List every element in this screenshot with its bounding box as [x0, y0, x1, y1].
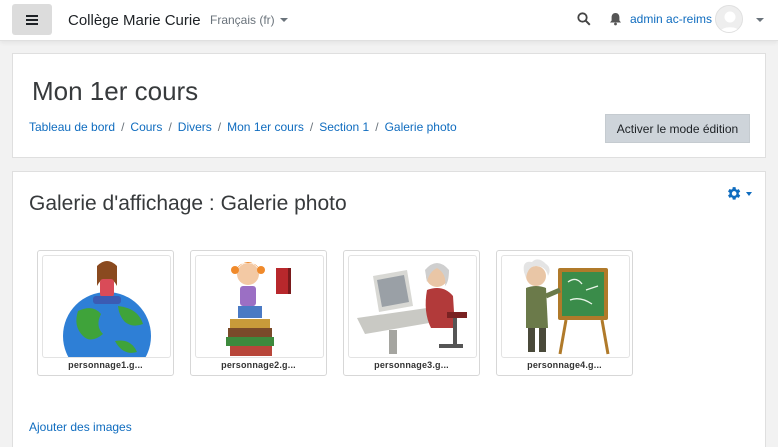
gallery-item[interactable]: personnage2.g...: [190, 250, 327, 376]
gallery-item[interactable]: personnage1.g...: [37, 250, 174, 376]
hamburger-icon: [26, 14, 38, 25]
chevron-down-icon: [746, 191, 752, 196]
breadcrumb: Tableau de bord / Cours / Divers / Mon 1er …: [29, 120, 457, 134]
einstein-blackboard-character-image[interactable]: [501, 255, 630, 358]
search-icon[interactable]: [577, 12, 591, 26]
gallery-item-caption[interactable]: personnage3.g...: [344, 360, 479, 370]
gallery-item[interactable]: personnage3.g...: [343, 250, 480, 376]
bell-icon[interactable]: [609, 12, 622, 26]
user-avatar-icon: [716, 6, 742, 32]
breadcrumb-item-course[interactable]: Mon 1er cours: [227, 120, 304, 134]
gallery-title: Galerie d'affichage : Galerie photo: [29, 192, 347, 215]
language-menu[interactable]: Français (fr): [210, 13, 288, 27]
breadcrumb-item-section[interactable]: Section 1: [319, 120, 369, 134]
breadcrumb-item-divers[interactable]: Divers: [178, 120, 212, 134]
computer-user-character-image[interactable]: [348, 255, 477, 358]
navbar: Collège Marie Curie Français (fr) admin …: [0, 0, 778, 41]
site-name[interactable]: Collège Marie Curie: [68, 12, 201, 29]
breadcrumb-item-galerie[interactable]: Galerie photo: [385, 120, 457, 134]
breadcrumb-item-tableau-de-bord[interactable]: Tableau de bord: [29, 120, 115, 134]
language-label: Français (fr): [210, 13, 275, 27]
globe-character-image[interactable]: [42, 255, 171, 358]
user-menu-name[interactable]: admin ac-reims: [630, 12, 712, 26]
gear-icon: [728, 187, 741, 200]
edit-mode-button[interactable]: Activer le mode édition: [605, 114, 750, 143]
chevron-down-icon: [279, 18, 288, 22]
breadcrumb-item-cours[interactable]: Cours: [130, 120, 162, 134]
page-header: Mon 1er cours Tableau de bord / Cours / Di…: [12, 53, 766, 158]
avatar[interactable]: [715, 5, 743, 33]
hamburger-menu-button[interactable]: [12, 4, 52, 35]
user-menu-chevron-icon[interactable]: [756, 18, 764, 22]
gallery-item[interactable]: personnage4.g...: [496, 250, 633, 376]
page-title: Mon 1er cours: [32, 76, 199, 106]
gallery-item-caption[interactable]: personnage1.g...: [38, 360, 173, 370]
gallery-item-caption[interactable]: personnage4.g...: [497, 360, 632, 370]
settings-menu[interactable]: [725, 185, 752, 202]
reading-books-character-image[interactable]: [195, 255, 324, 358]
main-content: Galerie d'affichage : Galerie photo pers…: [12, 171, 766, 447]
add-images-link[interactable]: Ajouter des images: [29, 420, 132, 434]
gallery-item-caption[interactable]: personnage2.g...: [191, 360, 326, 370]
